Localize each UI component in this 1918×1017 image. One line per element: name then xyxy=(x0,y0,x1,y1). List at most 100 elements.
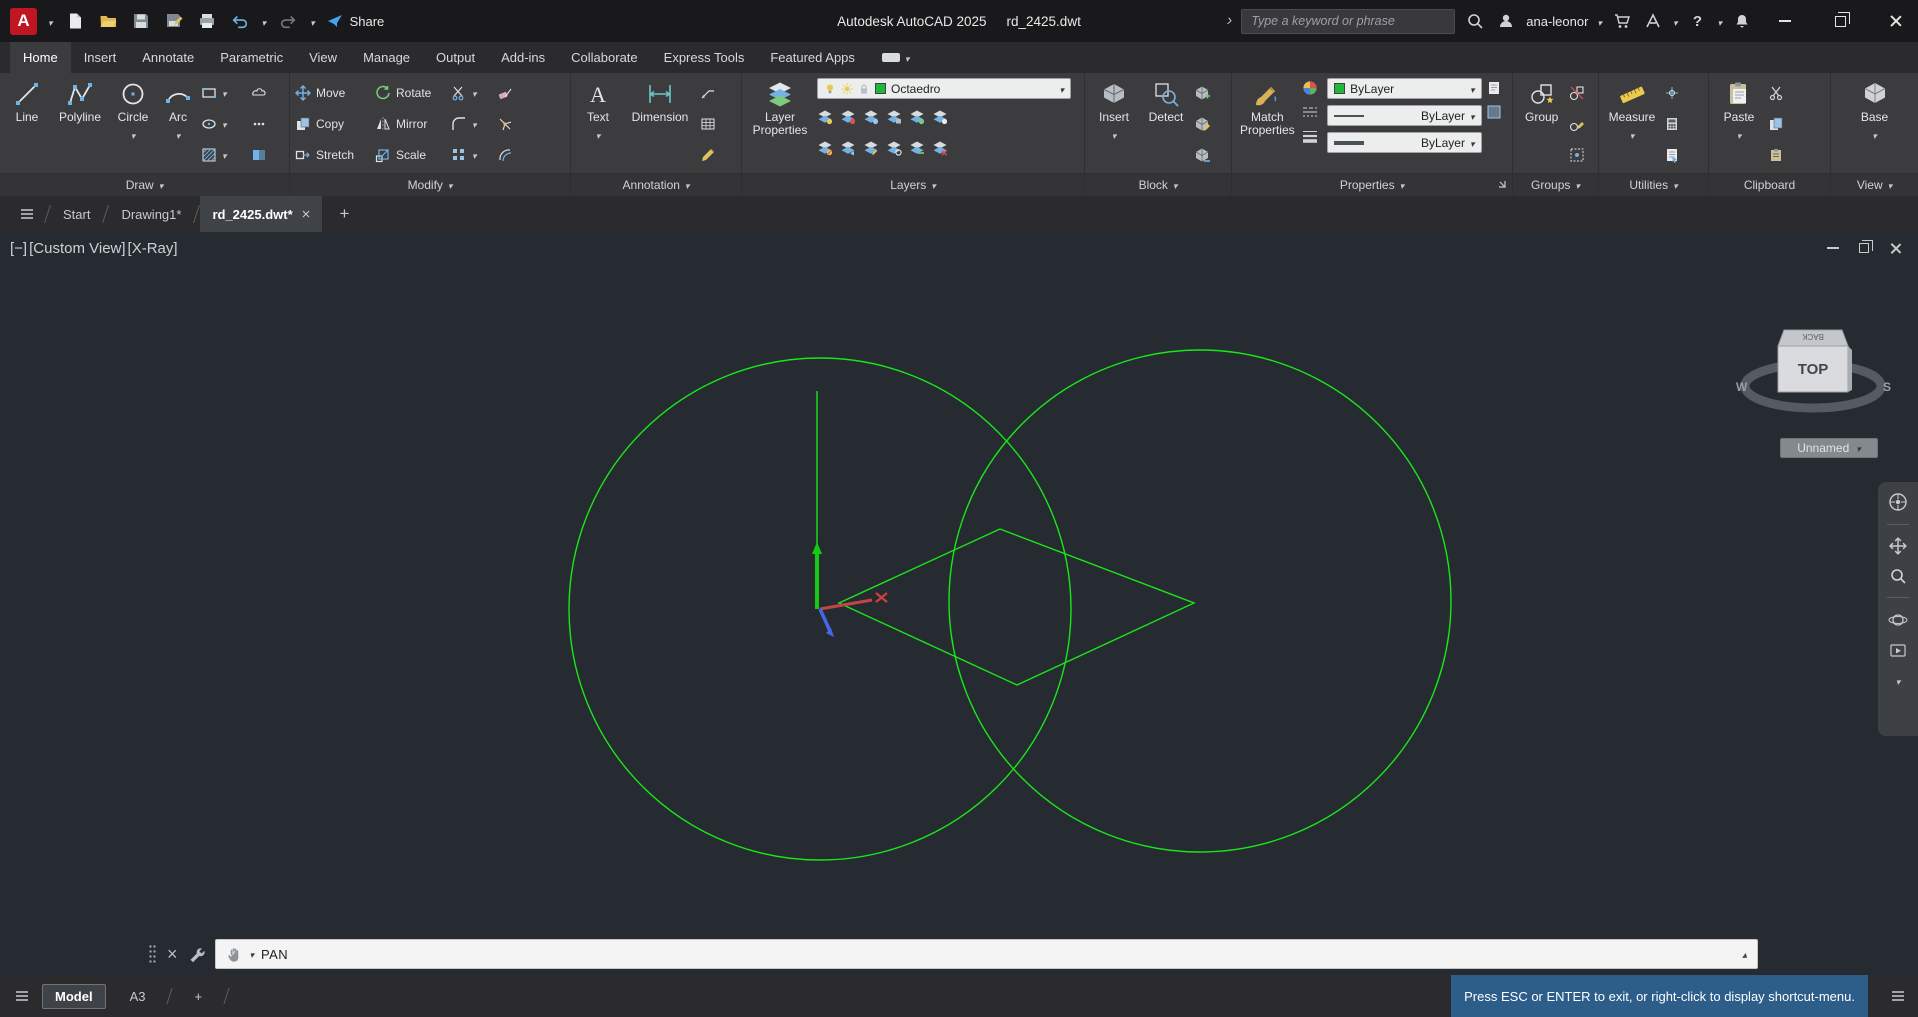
close-tab-icon[interactable] xyxy=(302,206,311,223)
clipboard-panel-label[interactable]: Clipboard xyxy=(1709,173,1830,196)
create-block-tool[interactable] xyxy=(1194,82,1220,104)
offset-tool[interactable] xyxy=(497,144,521,166)
explode-tool[interactable] xyxy=(497,113,521,135)
help-icon[interactable] xyxy=(1686,10,1708,32)
share-button[interactable]: Share xyxy=(326,12,385,30)
new-drawing-tab-button[interactable]: + xyxy=(332,204,356,224)
tab-express-tools[interactable]: Express Tools xyxy=(651,42,758,73)
ribbon-display-options-button[interactable] xyxy=(882,42,910,73)
new-drawing-icon[interactable] xyxy=(64,10,86,32)
caret-down-icon[interactable] xyxy=(472,148,477,162)
table-tool[interactable] xyxy=(700,113,726,135)
username[interactable]: ana-leonor xyxy=(1526,14,1588,29)
layer-match-tool[interactable] xyxy=(863,140,879,156)
tab-featured-apps[interactable]: Featured Apps xyxy=(757,42,868,73)
help-caret-icon[interactable] xyxy=(1717,14,1722,29)
search-icon[interactable] xyxy=(1464,10,1486,32)
tab-view[interactable]: View xyxy=(296,42,350,73)
group-edit-tool[interactable] xyxy=(1569,113,1593,135)
paste-flyout-caret-icon[interactable] xyxy=(1737,128,1742,142)
object-color-dropdown[interactable]: ByLayer xyxy=(1327,78,1481,99)
recent-commands-caret-icon[interactable] xyxy=(250,945,255,963)
layer-isolate-tool[interactable] xyxy=(840,109,856,125)
active-document-tab[interactable]: rd_2425.dwt* xyxy=(200,196,322,232)
layers-panel-label[interactable]: Layers xyxy=(742,173,1084,196)
layer-delete-tool[interactable] xyxy=(932,140,948,156)
color-wheel-icon[interactable] xyxy=(1302,80,1324,96)
redo-icon[interactable] xyxy=(277,10,299,32)
edit-block-tool[interactable] xyxy=(1194,113,1220,135)
properties-panel-label[interactable]: Properties xyxy=(1232,173,1512,196)
close-button[interactable] xyxy=(1872,0,1918,42)
view-name-control[interactable]: [Custom View] xyxy=(29,240,125,257)
copy-tool[interactable]: Copy xyxy=(295,113,371,135)
match-properties-tool[interactable]: Match Properties xyxy=(1237,77,1298,171)
block-attributes-tool[interactable] xyxy=(1194,144,1220,166)
caret-down-icon[interactable] xyxy=(222,148,227,162)
print-icon[interactable] xyxy=(196,10,218,32)
user-menu-caret-icon[interactable] xyxy=(1597,14,1602,29)
linetype-icon[interactable] xyxy=(1302,104,1324,120)
copy-clip-tool[interactable] xyxy=(1768,113,1794,135)
drawing1-tab[interactable]: Drawing1* xyxy=(109,196,193,232)
block-panel-label[interactable]: Block xyxy=(1085,173,1231,196)
compass-west-label[interactable]: W xyxy=(1736,380,1748,394)
tab-manage[interactable]: Manage xyxy=(350,42,423,73)
array-tool[interactable] xyxy=(451,144,493,166)
caret-down-icon[interactable] xyxy=(472,117,477,131)
notifications-icon[interactable] xyxy=(1731,10,1753,32)
named-view-dropdown[interactable]: Unnamed xyxy=(1780,438,1878,458)
hatch-tool[interactable] xyxy=(201,144,247,166)
leader-tool[interactable] xyxy=(700,82,726,104)
layout-tab-a3[interactable]: A3 xyxy=(118,985,158,1008)
autodesk-assistant-icon[interactable] xyxy=(1642,10,1664,32)
trim-tool[interactable] xyxy=(451,82,493,104)
app-menu-caret-icon[interactable] xyxy=(48,14,53,29)
layer-properties-tool[interactable]: Layer Properties xyxy=(747,77,813,171)
status-menu-icon[interactable] xyxy=(14,988,30,1004)
group-selection-tool[interactable] xyxy=(1569,144,1593,166)
caret-down-icon[interactable] xyxy=(472,86,477,100)
view-panel-label[interactable]: View xyxy=(1831,173,1918,196)
tab-add-ins[interactable]: Add-ins xyxy=(488,42,558,73)
tab-output[interactable]: Output xyxy=(423,42,488,73)
show-motion-icon[interactable] xyxy=(1889,642,1907,660)
tab-collaborate[interactable]: Collaborate xyxy=(558,42,651,73)
new-layout-button[interactable]: + xyxy=(182,985,214,1008)
tab-annotate[interactable]: Annotate xyxy=(129,42,207,73)
tab-insert[interactable]: Insert xyxy=(71,42,130,73)
revision-cloud-tool[interactable] xyxy=(251,82,277,104)
scale-tool[interactable]: Scale xyxy=(375,144,447,166)
customization-icon[interactable] xyxy=(1890,975,1906,1017)
viewcube-side-face[interactable] xyxy=(1848,346,1852,392)
draw-panel-label[interactable]: Draw xyxy=(0,173,289,196)
circle-flyout-caret-icon[interactable] xyxy=(131,128,136,142)
modify-panel-label[interactable]: Modify xyxy=(290,173,570,196)
id-point-tool[interactable] xyxy=(1664,82,1688,104)
tab-parametric[interactable]: Parametric xyxy=(207,42,296,73)
fillet-tool[interactable] xyxy=(451,113,493,135)
autocad-logo[interactable]: A xyxy=(10,8,37,35)
insert-tool[interactable]: Insert xyxy=(1090,77,1138,171)
viewport-minimize-icon[interactable] xyxy=(1827,247,1839,249)
search-input[interactable] xyxy=(1241,9,1455,34)
redo-caret-icon[interactable] xyxy=(310,14,315,29)
groups-panel-label[interactable]: Groups xyxy=(1513,173,1598,196)
properties-list-tool[interactable] xyxy=(1486,80,1508,96)
layer-thaw-tool[interactable] xyxy=(932,109,948,125)
command-input-bar[interactable]: PAN xyxy=(215,939,1758,969)
move-tool[interactable]: Move xyxy=(295,82,371,104)
lineweight-dropdown[interactable]: ByLayer xyxy=(1327,132,1481,153)
layer-lock-tool[interactable] xyxy=(886,109,902,125)
undo-caret-icon[interactable] xyxy=(262,14,267,29)
user-avatar-icon[interactable] xyxy=(1495,10,1517,32)
annotation-style-tool[interactable] xyxy=(700,144,726,166)
viewcube[interactable]: W S BACK TOP xyxy=(1728,290,1898,440)
base-flyout-caret-icon[interactable] xyxy=(1872,128,1877,142)
text-flyout-caret-icon[interactable] xyxy=(596,128,601,142)
search-expand-icon[interactable] xyxy=(1227,12,1232,30)
gradient-tool[interactable] xyxy=(251,144,277,166)
orbit-tool-icon[interactable] xyxy=(1888,610,1908,630)
annotation-panel-label[interactable]: Annotation xyxy=(571,173,741,196)
stretch-tool[interactable]: Stretch xyxy=(295,144,371,166)
